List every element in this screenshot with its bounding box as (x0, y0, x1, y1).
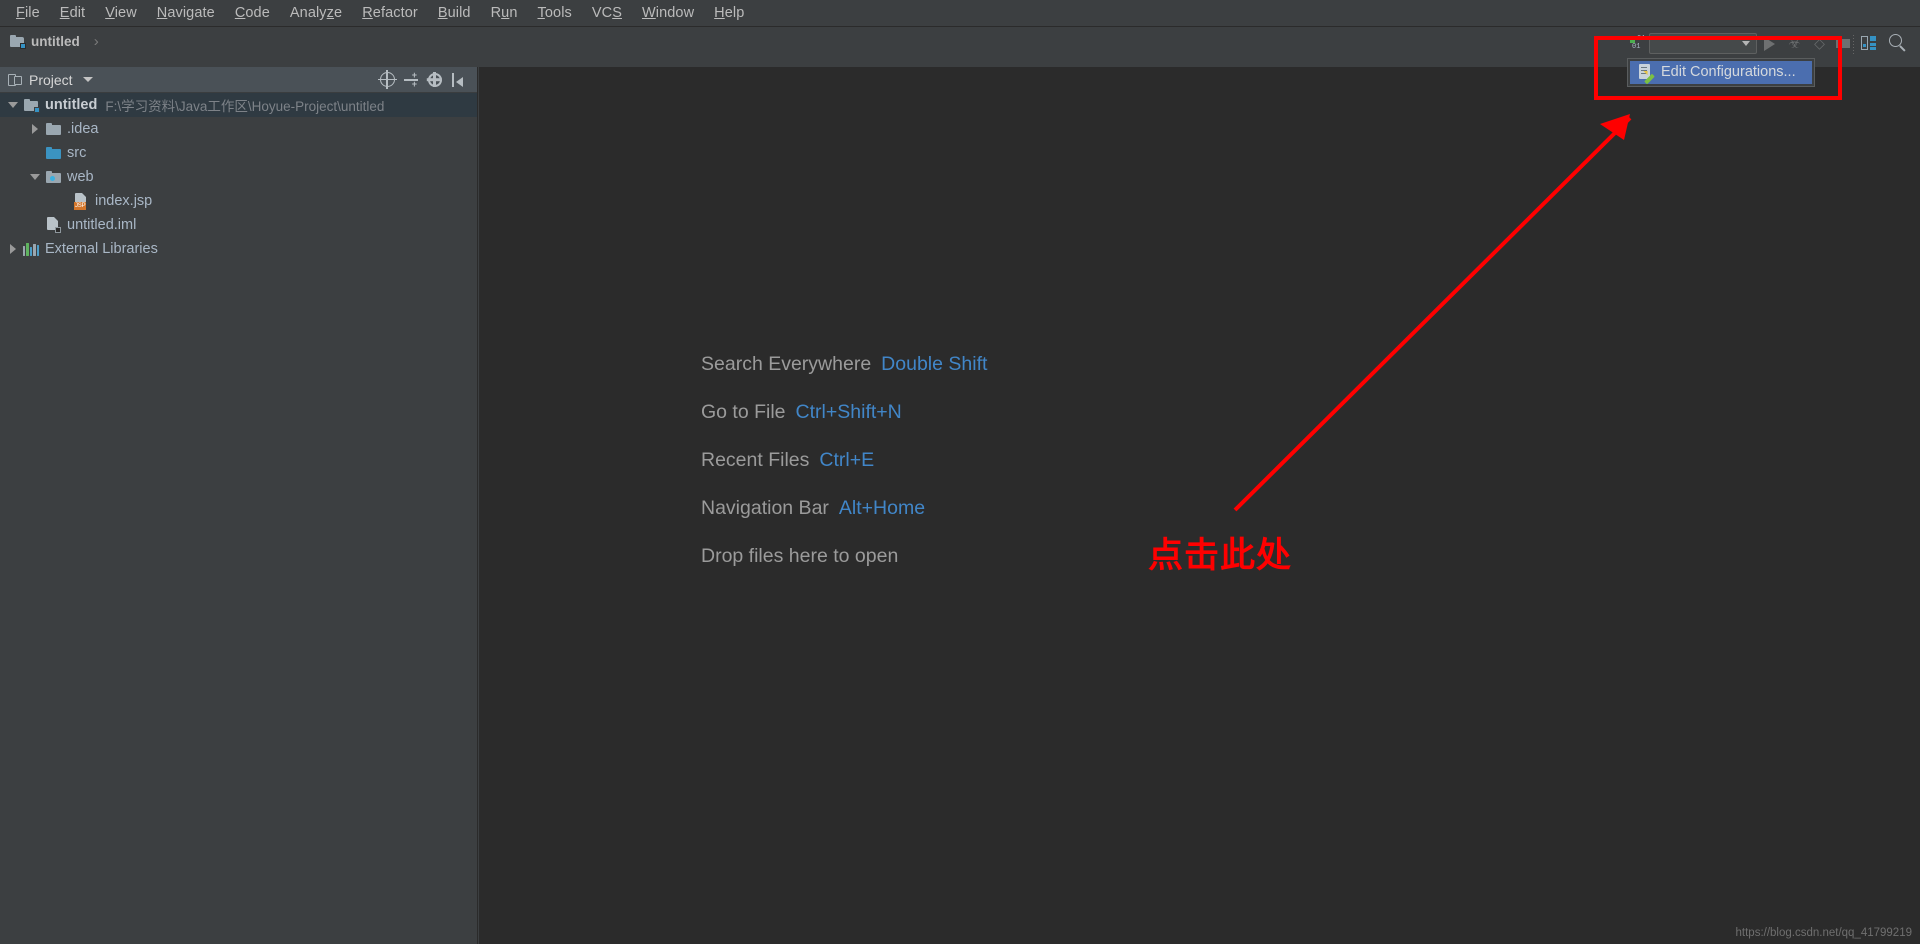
folder-blue-icon (44, 147, 62, 159)
tree-project-path: F:\学习资料\Java工作区\Hoyue-Project\untitled (105, 99, 385, 114)
search-everywhere-icon[interactable] (1889, 34, 1908, 53)
chevron-down-icon[interactable] (82, 77, 93, 82)
welcome-row: Recent Files Ctrl+E (701, 449, 987, 497)
editor-area[interactable]: Search Everywhere Double Shift Go to Fil… (479, 67, 1920, 944)
iml-file-icon (44, 217, 62, 233)
watermark-url: https://blog.csdn.net/qq_41799219 (1735, 927, 1912, 939)
collapse-all-icon: + + (404, 71, 418, 89)
welcome-row: Drop files here to open (701, 545, 987, 593)
menu-vcs[interactable]: VCS (582, 3, 632, 23)
tree-label: src (67, 145, 87, 161)
run-play-icon (1764, 36, 1775, 51)
debug-bug-icon: ☣ (1788, 35, 1801, 51)
tree-row-untitled[interactable]: untitled F:\学习资料\Java工作区\Hoyue-Project\u… (0, 93, 477, 117)
tree-label: untitled.iml (67, 217, 137, 233)
welcome-shortcut: Ctrl+Shift+N (795, 401, 902, 423)
tree-label: untitled (45, 97, 98, 113)
tree-label: index.jsp (95, 193, 153, 209)
menu-item-edit-configurations[interactable]: Edit Configurations... (1630, 61, 1812, 85)
jsp-file-icon: JSP (72, 193, 90, 210)
menu-bar: File Edit View Navigate Code Analyze Ref… (0, 0, 1920, 27)
breadcrumb-project-label: untitled (31, 33, 80, 49)
run-configurations-dropdown: Edit Configurations... (1627, 58, 1815, 87)
coverage-button[interactable]: ◇ (1807, 32, 1832, 55)
menu-analyze[interactable]: Analyze (280, 3, 352, 23)
menu-view[interactable]: View (95, 3, 147, 23)
module-icon (10, 34, 26, 49)
welcome-row: Go to File Ctrl+Shift+N (701, 401, 987, 449)
tree-row-external-libraries[interactable]: External Libraries (0, 237, 477, 261)
welcome-action: Search Everywhere (701, 353, 872, 375)
debug-button[interactable]: ☣ (1782, 32, 1807, 55)
collapse-all-button[interactable]: + + (399, 69, 423, 91)
annotation-note: 点击此处 (1148, 536, 1293, 576)
project-tree: untitled F:\学习资料\Java工作区\Hoyue-Project\u… (0, 93, 477, 261)
hide-panel-icon (452, 72, 466, 87)
expand-arrow-icon[interactable] (4, 244, 22, 254)
menu-help[interactable]: Help (704, 3, 754, 23)
tree-label: External Libraries (45, 241, 158, 257)
menu-build[interactable]: Build (428, 3, 481, 23)
settings-gear-icon (426, 71, 442, 87)
menu-run[interactable]: Run (481, 3, 528, 23)
scroll-from-source-icon (377, 70, 397, 89)
libraries-icon (22, 242, 40, 256)
edit-configurations-icon (1638, 64, 1655, 85)
project-view-icon (8, 73, 23, 87)
expand-arrow-icon[interactable] (4, 102, 22, 108)
panel-settings-button[interactable] (423, 69, 447, 91)
chevron-down-icon (1742, 41, 1750, 46)
tree-row-untitled-iml[interactable]: untitled.iml (0, 213, 477, 237)
run-configuration-combo[interactable] (1649, 33, 1757, 54)
tree-label: .idea (67, 121, 99, 137)
stop-button[interactable] (1836, 39, 1850, 48)
tree-row-idea[interactable]: .idea (0, 117, 477, 141)
welcome-row: Search Everywhere Double Shift (701, 353, 987, 401)
run-button[interactable] (1757, 32, 1782, 55)
welcome-action: Drop files here to open (701, 545, 899, 567)
welcome-shortcut: Ctrl+E (819, 449, 875, 471)
welcome-shortcut: Double Shift (881, 353, 988, 375)
menu-navigate[interactable]: Navigate (147, 3, 225, 23)
folder-gray-icon (44, 123, 62, 135)
folder-web-icon (44, 171, 62, 183)
tree-label: web (67, 169, 94, 185)
hide-panel-button[interactable] (447, 69, 471, 91)
welcome-action: Go to File (701, 401, 786, 423)
run-coverage-icon: ◇ (1814, 35, 1825, 51)
menu-window[interactable]: Window (632, 3, 704, 23)
run-toolbar: 01 01 ☣ ◇ (1630, 30, 1920, 57)
menu-refactor[interactable]: Refactor (352, 3, 428, 23)
tree-row-web[interactable]: web (0, 165, 477, 189)
build-binary-icon[interactable]: 01 01 (1630, 35, 1646, 53)
project-tool-window: Project + + untitled F:\学习资料\Java工作区\Hoy… (0, 67, 478, 944)
restore-layout-icon[interactable] (1861, 35, 1879, 52)
project-panel-title: Project (29, 71, 73, 88)
menu-tools[interactable]: Tools (528, 3, 582, 23)
welcome-shortcut: Alt+Home (838, 497, 926, 519)
welcome-hints: Search Everywhere Double Shift Go to Fil… (701, 353, 987, 593)
expand-arrow-icon[interactable] (26, 124, 44, 134)
tree-row-src[interactable]: src (0, 141, 477, 165)
module-icon (22, 98, 40, 113)
scroll-from-source-button[interactable] (375, 69, 399, 91)
menu-code[interactable]: Code (225, 3, 280, 23)
menu-file[interactable]: File (6, 3, 50, 23)
idea-window: File Edit View Navigate Code Analyze Ref… (0, 0, 1920, 944)
expand-arrow-icon[interactable] (26, 174, 44, 180)
welcome-action: Navigation Bar (701, 497, 829, 519)
breadcrumb-separator: › (93, 32, 99, 50)
welcome-action: Recent Files (701, 449, 810, 471)
toolbar-grip[interactable] (1852, 33, 1855, 54)
edit-configurations-label: Edit Configurations... (1661, 64, 1796, 80)
welcome-row: Navigation Bar Alt+Home (701, 497, 987, 545)
tree-row-index-jsp[interactable]: JSP index.jsp (0, 189, 477, 213)
project-panel-header: Project + + (0, 67, 477, 93)
breadcrumb[interactable]: untitled › (10, 33, 99, 50)
menu-edit[interactable]: Edit (50, 3, 95, 23)
